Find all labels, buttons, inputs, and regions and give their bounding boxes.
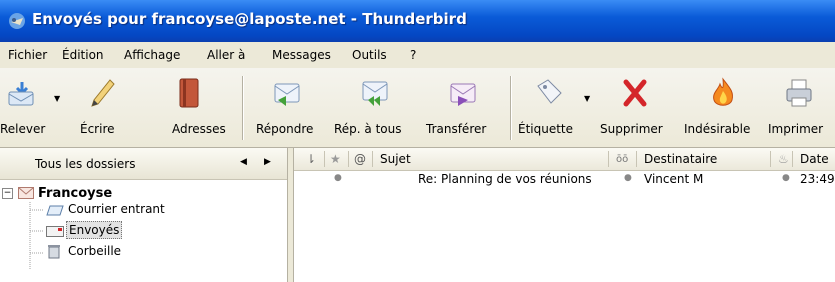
reply-label: Répondre (256, 122, 314, 136)
forward-icon (450, 83, 476, 106)
folder-pane: Tous les dossiers ◀ ▶ − Francoyse Courri… (0, 148, 287, 282)
forward-label: Transférer (426, 122, 487, 136)
thread-pane: ⇂ ★ @ Sujet ōō Destinataire ♨ Date ● Re:… (294, 148, 835, 282)
forward-button[interactable]: Transférer (424, 72, 502, 144)
sent-icon (46, 226, 64, 237)
delete-button[interactable]: Supprimer (596, 72, 678, 144)
address-book-button[interactable]: Adresses (138, 72, 236, 144)
column-separator (348, 151, 349, 167)
menu-affichage[interactable]: Affichage (124, 48, 180, 62)
reply-all-icon (362, 81, 388, 106)
junk-label: Indésirable (684, 122, 751, 136)
attachment-column-icon[interactable]: @ (354, 152, 366, 166)
folder-sent[interactable]: Envoyés (46, 221, 246, 241)
column-separator (324, 151, 325, 167)
message-row[interactable]: ● Re: Planning de vos réunions ● Vincent… (294, 170, 835, 188)
delete-icon (623, 79, 647, 107)
menu-outils[interactable]: Outils (352, 48, 387, 62)
folder-pane-header: Tous les dossiers ◀ ▶ (0, 148, 287, 180)
get-mail-label: Relever (0, 122, 46, 136)
column-separator (608, 151, 609, 167)
account-envelope-icon (18, 187, 34, 199)
window-title: Envoyés pour francoyse@laposte.net - Thu… (32, 10, 467, 28)
column-separator (372, 151, 373, 167)
reply-all-button[interactable]: Rép. à tous (332, 72, 418, 144)
tag-label: Étiquette (518, 122, 574, 136)
menu-bar: Fichier Édition Affichage Aller à Messag… (0, 42, 835, 69)
folder-label: Courrier entrant (68, 202, 165, 216)
chevron-down-icon[interactable]: ▼ (584, 94, 590, 103)
folder-inbox[interactable]: Courrier entrant (46, 200, 246, 220)
folder-trash[interactable]: Corbeille (46, 242, 246, 262)
write-button[interactable]: Écrire (74, 72, 126, 144)
toolbar-separator (242, 76, 244, 140)
address-book-label: Adresses (172, 122, 226, 136)
reply-icon (274, 83, 300, 106)
get-mail-icon (8, 82, 34, 106)
read-dot-icon[interactable]: ● (624, 173, 632, 183)
chevron-down-icon[interactable]: ▼ (54, 94, 60, 103)
star-column-icon[interactable]: ★ (330, 152, 341, 166)
menu-edition[interactable]: Édition (62, 48, 104, 62)
junk-flame-icon (713, 77, 733, 106)
column-separator (792, 151, 793, 167)
address-book-icon (179, 78, 199, 108)
get-mail-button[interactable]: Relever (0, 72, 58, 144)
column-separator (770, 151, 771, 167)
reply-all-label: Rép. à tous (334, 122, 402, 136)
subject-column-header[interactable]: Sujet (380, 152, 411, 166)
junk-dot-icon[interactable]: ● (782, 173, 790, 183)
title-bar[interactable]: Envoyés pour francoyse@laposte.net - Thu… (0, 0, 835, 42)
print-button[interactable]: Imprimer (768, 72, 834, 144)
tag-icon (537, 79, 562, 104)
inbox-icon (46, 205, 64, 216)
pane-splitter[interactable] (287, 148, 294, 282)
write-label: Écrire (80, 122, 115, 136)
star-dot-icon[interactable]: ● (334, 173, 342, 183)
menu-aide[interactable]: ? (410, 48, 416, 62)
account-name: Francoyse (38, 186, 113, 201)
date-column-header[interactable]: Date (800, 152, 829, 166)
reply-button[interactable]: Répondre (252, 72, 324, 144)
folder-label: Corbeille (68, 244, 122, 258)
junk-button[interactable]: Indésirable (682, 72, 764, 144)
folder-tree: − Francoyse Courrier entrant Envoyés Cor… (0, 182, 287, 282)
menu-fichier[interactable]: Fichier (8, 48, 47, 62)
menu-messages[interactable]: Messages (272, 48, 331, 62)
message-subject: Re: Planning de vos réunions (418, 172, 592, 186)
thread-column-header: ⇂ ★ @ Sujet ōō Destinataire ♨ Date (294, 148, 835, 171)
recipient-column-header[interactable]: Destinataire (644, 152, 717, 166)
folder-view-label: Tous les dossiers (35, 157, 136, 171)
trash-icon (48, 245, 60, 259)
chevron-left-icon[interactable]: ◀ (240, 157, 247, 167)
column-separator (636, 151, 637, 167)
printer-icon (786, 79, 812, 107)
message-recipient: Vincent M (644, 172, 704, 186)
delete-label: Supprimer (600, 122, 663, 136)
menu-aller-a[interactable]: Aller à (207, 48, 245, 62)
read-column-icon[interactable]: ōō (616, 154, 628, 165)
main-toolbar: Relever ▼ Écrire Adresses Répondre Rép. (0, 68, 835, 148)
thunderbird-logo-icon (9, 13, 25, 29)
toolbar-separator (510, 76, 512, 140)
folder-label: Envoyés (66, 221, 123, 239)
thread-column-icon[interactable]: ⇂ (306, 152, 316, 166)
tag-button[interactable]: Étiquette (516, 72, 582, 144)
print-label: Imprimer (768, 122, 824, 136)
collapse-icon[interactable]: − (2, 188, 13, 199)
pencil-icon (91, 79, 115, 107)
junk-status-column-icon[interactable]: ♨ (778, 152, 789, 166)
message-date: 23:49 (800, 172, 835, 186)
chevron-right-icon[interactable]: ▶ (264, 157, 271, 167)
